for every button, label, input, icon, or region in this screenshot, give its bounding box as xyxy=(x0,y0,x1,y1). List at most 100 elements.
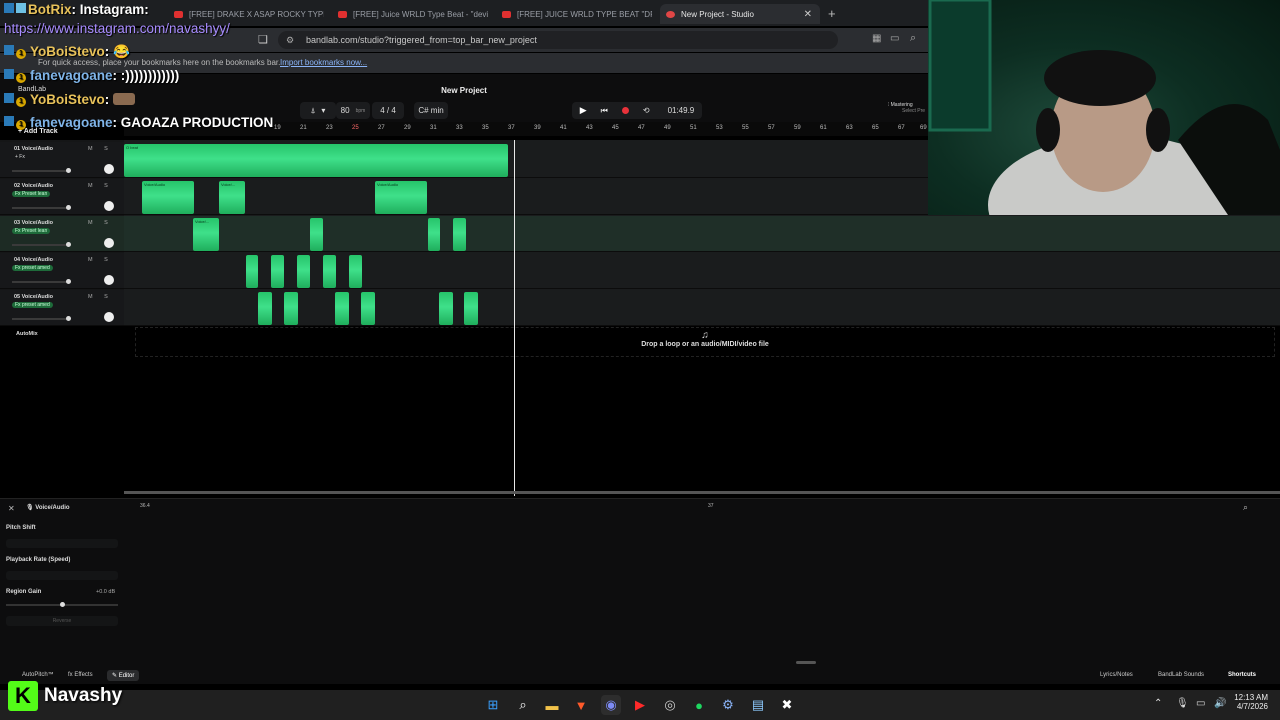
shortcuts-tab[interactable]: Shortcuts xyxy=(1228,672,1256,678)
audio-clip[interactable]: O beat xyxy=(124,144,508,177)
fx-preset-badge[interactable]: Fx Preset lean xyxy=(12,228,51,234)
effects-tab[interactable]: fx Effects xyxy=(68,672,93,678)
audio-clip[interactable] xyxy=(335,292,349,325)
project-title[interactable]: New Project xyxy=(0,86,928,95)
volume-fader[interactable] xyxy=(12,207,70,209)
mute-solo-buttons[interactable]: M S xyxy=(88,294,113,300)
import-bookmarks-link[interactable]: Import bookmarks now... xyxy=(280,58,367,67)
loop-icon[interactable]: ⟲ xyxy=(643,106,650,115)
site-info-icon[interactable]: ⚙ xyxy=(286,31,294,49)
audio-clip[interactable] xyxy=(297,255,310,288)
mute-solo-buttons[interactable]: M S xyxy=(88,183,113,189)
audio-clip[interactable]: Voice/... xyxy=(219,181,245,214)
folder-icon[interactable]: ▬ xyxy=(542,695,562,715)
track-lane-3[interactable]: Voice/... xyxy=(124,216,1280,252)
steam-icon[interactable]: ⚙ xyxy=(718,695,738,715)
reverse-button[interactable]: Reverse xyxy=(6,616,118,626)
skip-back-icon[interactable]: ⏮ xyxy=(601,106,608,116)
close-tab-icon[interactable]: ✕ xyxy=(804,9,812,20)
playhead[interactable] xyxy=(514,140,515,496)
mute-solo-buttons[interactable]: M S xyxy=(88,257,113,263)
browser-tab-3[interactable]: [FREE] JUICE WRLD TYPE BEAT "DRU xyxy=(496,4,652,24)
mute-solo-buttons[interactable]: M S xyxy=(88,220,113,226)
audio-clip[interactable] xyxy=(428,218,440,251)
audio-clip[interactable] xyxy=(271,255,284,288)
mute-solo-buttons[interactable]: M S xyxy=(88,146,113,152)
fader-knob[interactable] xyxy=(66,205,71,210)
notepad-icon[interactable]: ▤ xyxy=(748,695,768,715)
chat-link[interactable]: https://www.instagram.com/navashyy/ xyxy=(4,21,230,36)
track-header-3[interactable]: 03 Voice/Audio Fx Preset lean M S xyxy=(0,216,124,252)
zoom-icon[interactable]: ⌕ xyxy=(1243,502,1248,513)
volume-fader[interactable] xyxy=(12,170,70,172)
time-signature[interactable]: 4 / 4 xyxy=(372,102,404,119)
browser-tab-active[interactable]: New Project - Studio ✕ xyxy=(660,4,820,24)
youtube-icon[interactable]: ▶ xyxy=(630,695,650,715)
sidebar-icon[interactable]: ▭ xyxy=(890,33,899,44)
extensions-icon[interactable]: ▦ xyxy=(872,33,881,44)
fx-button[interactable]: + Fx xyxy=(12,154,28,160)
tempo-field[interactable]: 80 bpm xyxy=(336,102,370,119)
pan-knob[interactable] xyxy=(104,312,114,322)
playback-rate-field[interactable] xyxy=(6,571,118,580)
audio-clip[interactable] xyxy=(246,255,258,288)
clock[interactable]: 12:13 AM 4/7/2026 xyxy=(1232,693,1268,711)
key-selector[interactable]: C# min xyxy=(414,102,448,119)
fx-preset-badge[interactable]: Fx Preset lean xyxy=(12,191,51,197)
pitch-shift-field[interactable] xyxy=(6,539,118,548)
audio-clip[interactable]: Voice/Audio xyxy=(142,181,194,214)
close-icon[interactable]: ✕ xyxy=(8,504,15,513)
pan-knob[interactable] xyxy=(104,201,114,211)
mic-icon[interactable]: 🎙 xyxy=(1176,698,1189,709)
drop-zone[interactable]: ♫ Drop a loop or an audio/MIDI/video fil… xyxy=(135,327,1275,357)
fader-knob[interactable] xyxy=(66,242,71,247)
network-icon[interactable]: ▭ xyxy=(1196,698,1205,709)
search-icon[interactable]: ⌕ xyxy=(513,695,533,715)
chrome-icon[interactable]: ◎ xyxy=(660,695,680,715)
fader-knob[interactable] xyxy=(66,168,71,173)
slider-thumb[interactable] xyxy=(60,602,65,607)
audio-clip[interactable] xyxy=(349,255,362,288)
brave-icon[interactable]: ▼ xyxy=(571,695,591,715)
bandlab-sounds-tab[interactable]: BandLab Sounds xyxy=(1158,672,1204,678)
track-header-1[interactable]: 01 Voice/Audio + Fx M S xyxy=(0,142,124,178)
url-field[interactable]: ⚙ bandlab.com/studio?triggered_from=top_… xyxy=(278,31,838,49)
browser-tab-2[interactable]: [FREE] Juice WRLD Type Beat - "devil xyxy=(332,4,488,24)
discord-icon[interactable]: ◉ xyxy=(601,695,621,715)
pan-knob[interactable] xyxy=(104,275,114,285)
volume-fader[interactable] xyxy=(12,318,70,320)
spotify-icon[interactable]: ● xyxy=(689,695,709,715)
track-header-5[interactable]: 05 Voice/Audio Fx preset amed M S xyxy=(0,290,124,326)
new-tab-button[interactable]: + xyxy=(828,6,836,21)
fader-knob[interactable] xyxy=(66,279,71,284)
horizontal-scrollbar[interactable] xyxy=(124,491,1280,494)
audio-clip[interactable] xyxy=(323,255,336,288)
audio-clip[interactable] xyxy=(361,292,375,325)
audio-clip[interactable] xyxy=(284,292,298,325)
audio-clip[interactable] xyxy=(464,292,478,325)
track-lane-4[interactable] xyxy=(124,253,1280,289)
zoom-icon[interactable]: ⌕ xyxy=(910,32,916,45)
audio-clip[interactable] xyxy=(258,292,272,325)
record-icon[interactable] xyxy=(621,107,629,114)
audio-clip[interactable] xyxy=(439,292,453,325)
pan-knob[interactable] xyxy=(104,164,114,174)
fader-knob[interactable] xyxy=(66,316,71,321)
pan-knob[interactable] xyxy=(104,238,114,248)
audio-clip[interactable]: Voice/... xyxy=(193,218,219,251)
audio-clip[interactable] xyxy=(453,218,466,251)
track-header-4[interactable]: 04 Voice/Audio Fx preset amed M S xyxy=(0,253,124,289)
track-lane-5[interactable] xyxy=(124,290,1280,326)
region-gain-slider[interactable] xyxy=(6,602,118,607)
volume-fader[interactable] xyxy=(12,244,70,246)
lyrics-notes-tab[interactable]: Lyrics/Notes xyxy=(1100,672,1133,678)
play-icon[interactable]: ▶ xyxy=(580,105,587,116)
audio-clip[interactable]: Voice/Audio xyxy=(375,181,427,214)
resize-handle[interactable] xyxy=(796,661,816,664)
volume-fader[interactable] xyxy=(12,281,70,283)
capcut-icon[interactable]: ✖ xyxy=(777,695,797,715)
automix-label[interactable]: AutoMix xyxy=(16,331,38,337)
track-header-2[interactable]: 02 Voice/Audio Fx Preset lean M S xyxy=(0,179,124,215)
metronome-button[interactable]: ⍋ ▾ xyxy=(300,102,336,119)
audio-clip[interactable] xyxy=(310,218,323,251)
